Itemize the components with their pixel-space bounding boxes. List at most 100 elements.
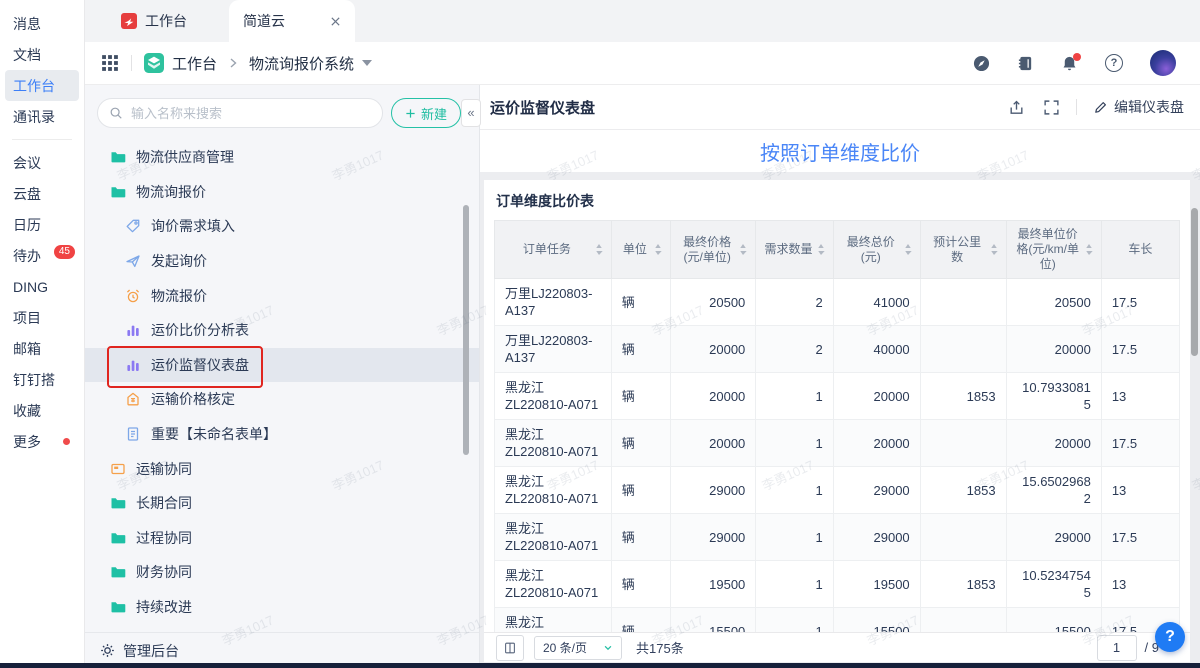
dock-item[interactable]: 邮箱 — [5, 333, 79, 364]
sort-icon[interactable] — [654, 244, 662, 255]
dock-item[interactable]: 云盘 — [5, 178, 79, 209]
breadcrumb-workbench[interactable]: 工作台 — [172, 53, 217, 74]
avatar[interactable] — [1150, 50, 1176, 76]
table-cell: 10.52347545 — [1006, 561, 1101, 608]
table-cell: 20000 — [671, 326, 756, 373]
page-size-value: 20 条/页 — [543, 639, 587, 656]
column-header: 最终单位价格(元/km/单位) — [1006, 221, 1101, 279]
tree-item[interactable]: 持续改进 — [85, 590, 479, 625]
tree-item[interactable]: 询价需求填入 — [85, 209, 479, 244]
widget-title: 按照订单维度比价 — [480, 130, 1200, 172]
sort-icon[interactable] — [1085, 244, 1093, 255]
dock-item[interactable]: 项目 — [5, 302, 79, 333]
tab-workbench[interactable]: 工作台 — [107, 0, 201, 42]
dock-item[interactable]: DING — [5, 271, 79, 302]
dock-item[interactable]: 工作台 — [5, 70, 79, 101]
todo-badge: 45 — [54, 245, 75, 259]
bell-icon[interactable] — [1061, 55, 1078, 72]
table-cell: 1853 — [920, 373, 1006, 420]
tab-jiandaoyun[interactable]: 简道云 — [229, 0, 355, 42]
tree-item[interactable]: 物流询报价 — [85, 175, 479, 210]
dock-item-label: 待办 — [13, 246, 41, 266]
dock-item[interactable]: 待办 45 — [5, 240, 79, 271]
tree-item[interactable]: 运价比价分析表 — [85, 313, 479, 348]
tree-item[interactable]: 运输协同 — [85, 451, 479, 486]
apps-grid-icon[interactable] — [101, 54, 119, 72]
jiandaoyun-logo — [144, 53, 164, 73]
help-icon[interactable]: ? — [1105, 54, 1123, 72]
dock-item[interactable]: 会议 — [5, 147, 79, 178]
table-cell: 41000 — [833, 279, 920, 326]
sort-icon[interactable] — [817, 244, 825, 255]
tree-item[interactable]: 长期合同 — [85, 486, 479, 521]
chevron-down-icon — [603, 643, 613, 653]
dock-item-label: 消息 — [13, 14, 41, 34]
table-cell: 20000 — [833, 420, 920, 467]
export-icon[interactable] — [1008, 99, 1025, 116]
table-cell: 20000 — [1006, 420, 1101, 467]
table-cell: 20000 — [671, 420, 756, 467]
dock-item[interactable]: 日历 — [5, 209, 79, 240]
tree-item[interactable]: 重要【未命名表单】 — [85, 417, 479, 452]
table-cell: 29000 — [1006, 514, 1101, 561]
column-header-label: 需求数量 — [764, 242, 812, 257]
table-cell: 20500 — [671, 279, 756, 326]
dock-item[interactable]: 文档 — [5, 39, 79, 70]
column-header: 预计公里数 — [920, 221, 1006, 279]
dock-item-label: 收藏 — [13, 401, 41, 421]
sort-icon[interactable] — [595, 244, 603, 255]
panel-scrollbar[interactable] — [463, 205, 469, 455]
close-icon[interactable] — [330, 16, 341, 27]
table-cell: 黑龙江ZL220810-A071 — [495, 467, 612, 514]
tree-item[interactable]: 过程协同 — [85, 521, 479, 556]
table-columns-button[interactable] — [496, 635, 524, 661]
page-number-input[interactable] — [1097, 635, 1137, 661]
table-row: 黑龙江ZL220810-A071辆19500119500185310.52347… — [495, 561, 1180, 608]
table-cell: 19500 — [671, 561, 756, 608]
dock-item-label: 钉钉搭 — [13, 370, 55, 390]
search-input[interactable] — [129, 105, 371, 122]
table-cell: 辆 — [611, 326, 670, 373]
page-size-select[interactable]: 20 条/页 — [534, 636, 622, 660]
help-fab-button[interactable]: ? — [1155, 622, 1185, 652]
tree-item[interactable]: 运输价格核定 — [85, 382, 479, 417]
fullscreen-icon[interactable] — [1043, 99, 1060, 116]
dock-item[interactable]: 通讯录 — [5, 101, 79, 132]
dingtalk-workbench-icon — [121, 13, 137, 29]
edit-dashboard-button[interactable]: 编辑仪表盘 — [1093, 97, 1184, 117]
table-row: 黑龙江ZL220810-A071辆155001155001550017.5 — [495, 608, 1180, 633]
tree-item[interactable]: 运价监督仪表盘 — [85, 348, 479, 383]
tree-item[interactable]: 发起询价 — [85, 244, 479, 279]
dock-item[interactable]: 消息 — [5, 8, 79, 39]
app-window: 消息文档工作台通讯录会议云盘日历待办45DING项目邮箱钉钉搭收藏更多 工作台 … — [0, 0, 1200, 668]
table-cell: 辆 — [611, 279, 670, 326]
table-cell: 黑龙江ZL220810-A071 — [495, 373, 612, 420]
sort-icon[interactable] — [990, 244, 998, 255]
search-box[interactable] — [97, 98, 383, 128]
table-widget: 订单维度比价表 订单任务单位最终价格(元/单位)需求数量最终总价(元)预计公里数… — [484, 180, 1190, 632]
breadcrumb-current-app[interactable]: 物流询报价系统 — [249, 53, 354, 74]
table-cell: 辆 — [611, 420, 670, 467]
table-cell: 13 — [1101, 373, 1179, 420]
tree-item[interactable]: 财务协同 — [85, 555, 479, 590]
dock-item[interactable]: 更多 — [5, 426, 79, 457]
table-cell: 1 — [756, 608, 833, 633]
collapse-panel-button[interactable]: « — [461, 99, 481, 127]
create-new-button[interactable]: 新建 — [391, 98, 461, 128]
table-cell: 13 — [1101, 561, 1179, 608]
sort-icon[interactable] — [904, 244, 912, 255]
caret-down-icon[interactable] — [362, 60, 372, 66]
tree-item[interactable]: 物流供应商管理 — [85, 140, 479, 175]
vertical-scrollbar[interactable] — [1191, 208, 1198, 356]
column-header: 单位 — [611, 221, 670, 279]
form-icon — [125, 426, 141, 442]
table-cell: 辆 — [611, 561, 670, 608]
sort-icon[interactable] — [739, 244, 747, 255]
tree-item[interactable]: 物流报价 — [85, 278, 479, 313]
topbar-actions: ? — [973, 50, 1184, 76]
compass-icon[interactable] — [973, 55, 990, 72]
book-icon[interactable] — [1017, 55, 1034, 72]
dock-item[interactable]: 收藏 — [5, 395, 79, 426]
dock-item[interactable]: 钉钉搭 — [5, 364, 79, 395]
app-nav-panel: 新建 物流供应商管理物流询报价询价需求填入发起询价物流报价运价比价分析表运价监督… — [85, 85, 480, 668]
